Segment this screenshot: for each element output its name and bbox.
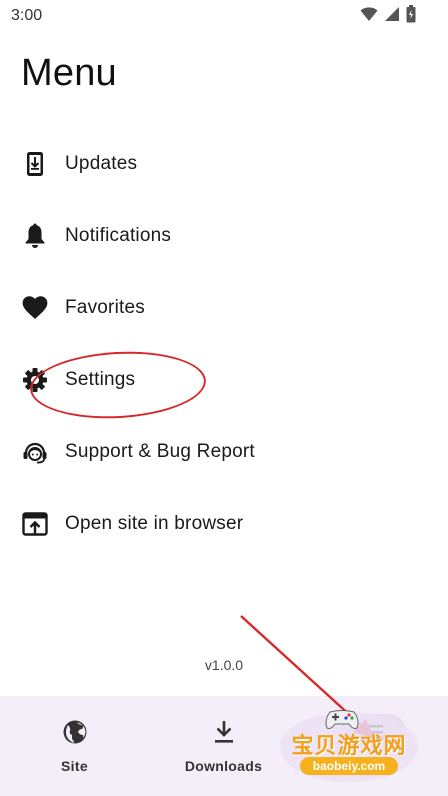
- gear-icon: [22, 367, 48, 393]
- menu-item-notifications[interactable]: Notifications: [0, 200, 448, 272]
- download-icon: [210, 718, 238, 746]
- open-in-browser-icon: [22, 511, 48, 537]
- menu-item-support[interactable]: Support & Bug Report: [0, 416, 448, 488]
- menu-item-open-browser[interactable]: Open site in browser: [0, 488, 448, 560]
- heart-icon: [22, 295, 48, 321]
- wifi-icon: [360, 6, 378, 27]
- status-icons: [360, 5, 416, 28]
- battery-icon: [406, 5, 416, 28]
- status-time: 3:00: [11, 7, 43, 24]
- status-bar: 3:00: [0, 0, 448, 32]
- menu-item-updates[interactable]: Updates: [0, 128, 448, 200]
- menu-item-label: Open site in browser: [65, 513, 244, 534]
- nav-item-menu[interactable]: Menu: [299, 696, 448, 796]
- menu-item-label: Updates: [65, 153, 138, 174]
- support-agent-icon: [22, 439, 48, 465]
- bottom-navigation: Site Downloads Menu: [0, 696, 448, 796]
- menu-item-settings[interactable]: Settings: [0, 344, 448, 416]
- menu-item-label: Support & Bug Report: [65, 441, 255, 462]
- nav-label-menu: Menu: [354, 758, 393, 774]
- nav-item-site[interactable]: Site: [0, 696, 149, 796]
- nav-item-downloads[interactable]: Downloads: [149, 696, 298, 796]
- menu-item-label: Settings: [65, 369, 136, 390]
- globe-icon: [61, 718, 89, 746]
- app-version: v1.0.0: [204, 657, 244, 673]
- page-title: Menu: [21, 52, 117, 94]
- menu-list: Updates Notifications Favorites Settings…: [0, 128, 448, 560]
- menu-item-label: Notifications: [65, 225, 172, 246]
- nav-label-downloads: Downloads: [184, 758, 263, 774]
- menu-icon: [360, 718, 388, 746]
- menu-item-favorites[interactable]: Favorites: [0, 272, 448, 344]
- nav-label-site: Site: [61, 758, 88, 774]
- phone-download-icon: [22, 151, 48, 177]
- bell-icon: [22, 223, 48, 249]
- menu-item-label: Favorites: [65, 297, 145, 318]
- signal-icon: [384, 6, 400, 27]
